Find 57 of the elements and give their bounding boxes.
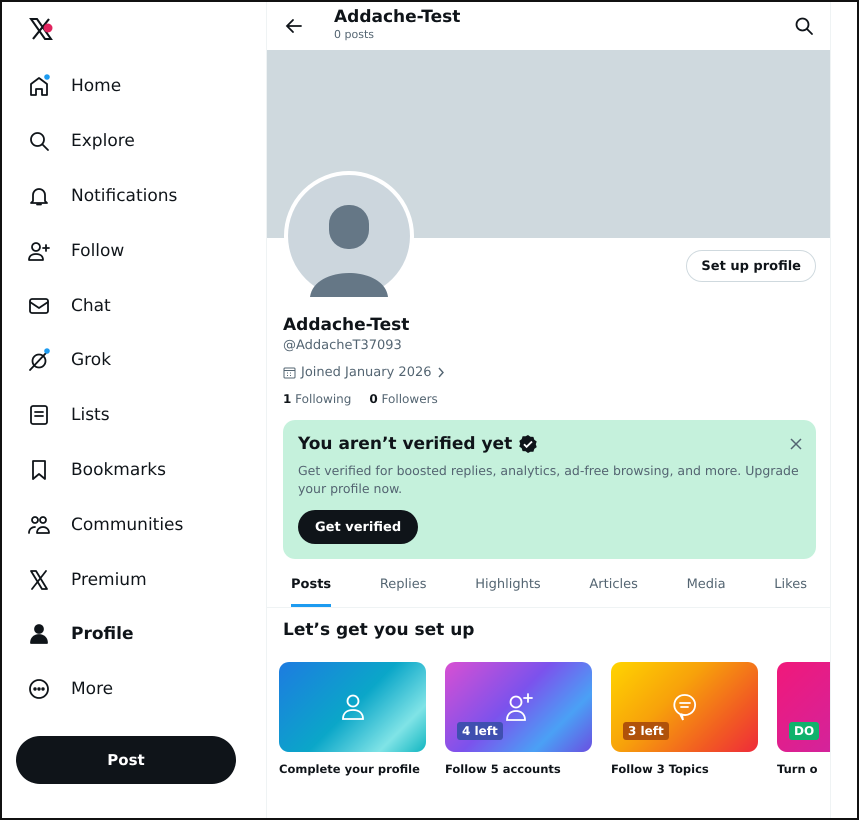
nav-item[interactable]: Bookmarks	[16, 442, 266, 498]
verified-badge-icon	[518, 434, 538, 454]
person-plus-icon	[504, 692, 532, 722]
dots-icon	[27, 677, 51, 702]
followers-link[interactable]: 0 Followers	[369, 392, 438, 406]
nav-item[interactable]: Explore	[16, 114, 266, 169]
x-icon	[27, 568, 51, 592]
nav-item[interactable]: Lists	[16, 388, 266, 443]
section-heading: Let’s get you set up	[283, 620, 476, 640]
setup-card-label: Follow 5 accounts	[445, 762, 562, 776]
setup-card-label: Complete your profile	[279, 762, 421, 776]
nav-item[interactable]: Notifications	[16, 168, 266, 224]
post-button[interactable]: Post	[16, 736, 236, 784]
setup-card[interactable]	[279, 662, 426, 752]
following-link[interactable]: 1 Following	[283, 392, 352, 406]
nav-item[interactable]: More	[16, 662, 266, 717]
set-up-profile-button[interactable]: Set up profile	[686, 250, 816, 282]
nav-item[interactable]: Communities	[16, 497, 266, 552]
profile-tab[interactable]: Highlights	[475, 567, 541, 607]
calendar-icon	[283, 366, 296, 379]
close-icon[interactable]	[790, 438, 802, 450]
chevron-right-icon[interactable]	[436, 366, 445, 379]
post-count: 0 posts	[334, 28, 375, 42]
verification-text: Get verified for boosted replies, analytics, ad-free browsing, and more. Upgrade your profile now.	[298, 462, 800, 498]
slash-circle-icon	[27, 348, 51, 372]
nav-item[interactable]: Follow	[16, 223, 266, 278]
verification-title: You aren’t verified yet	[298, 434, 512, 454]
nav-item[interactable]: Chat	[16, 278, 266, 333]
nav-item[interactable]: Profile	[16, 606, 266, 662]
get-verified-button[interactable]: Get verified	[298, 510, 418, 544]
profile-tab[interactable]: Replies	[380, 567, 427, 607]
x-logo-icon[interactable]	[28, 16, 54, 42]
progress-badge: 3 left	[623, 722, 669, 740]
setup-card[interactable]: 4 left	[445, 662, 592, 752]
person-icon	[27, 622, 51, 646]
list-icon	[27, 403, 51, 428]
nav-item[interactable]: Grok	[16, 332, 266, 388]
setup-card-label: Follow 3 Topics	[611, 762, 710, 776]
username: @AddacheT37093	[283, 338, 403, 353]
display-name: Addache-Test	[283, 314, 410, 336]
profile-tab[interactable]: Posts	[291, 567, 332, 607]
join-date: Joined January 2026	[301, 365, 432, 380]
nav-item[interactable]: Home	[16, 59, 266, 114]
setup-card-label: Turn o	[777, 762, 819, 776]
back-arrow-icon[interactable]	[284, 16, 304, 36]
speech-bubble-icon	[670, 692, 698, 722]
profile-tab[interactable]: Media	[686, 567, 726, 607]
nav-item[interactable]: Premium	[16, 552, 266, 607]
setup-card[interactable]: 3 left	[611, 662, 758, 752]
profile-title: Addache-Test	[334, 6, 462, 28]
search-icon	[27, 129, 51, 154]
progress-badge: 4 left	[457, 722, 503, 740]
profile-tab[interactable]: Articles	[589, 567, 638, 607]
home-icon	[27, 74, 51, 98]
progress-badge: DO	[789, 722, 820, 740]
search-icon[interactable]	[794, 16, 814, 36]
profile-tab[interactable]: Likes	[774, 567, 807, 607]
